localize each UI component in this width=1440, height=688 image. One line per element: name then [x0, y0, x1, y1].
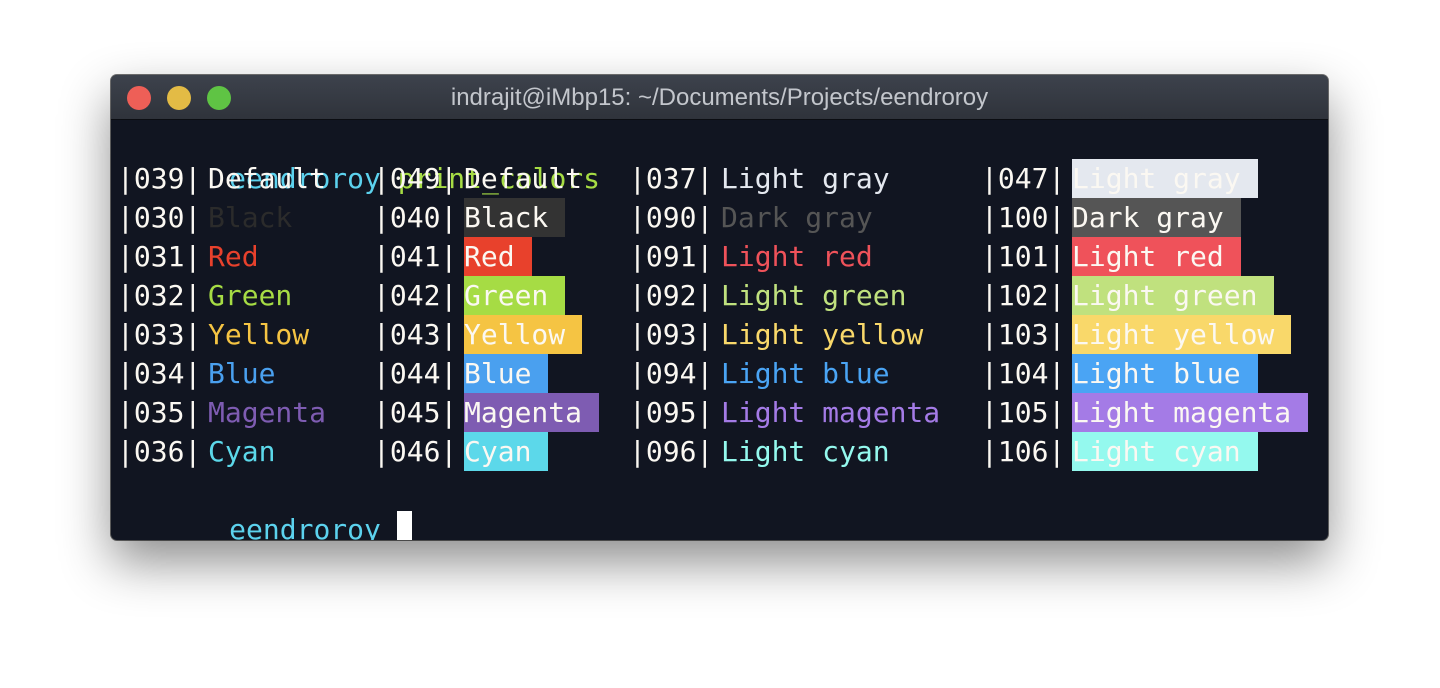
color-code: |106| — [981, 435, 1066, 468]
terminal-window: indrajit@iMbp15: ~/Documents/Projects/ee… — [111, 75, 1328, 540]
color-code: |042| — [373, 279, 458, 312]
color-sample-background: Light magenta — [1072, 393, 1309, 432]
color-code: |101| — [981, 240, 1066, 273]
color-code: |032| — [117, 279, 202, 312]
color-sample-foreground: Light green — [721, 279, 907, 312]
color-code: |046| — [373, 435, 458, 468]
color-row: |036| Cyan |046| Cyan |096| Light cyan |106| Li… — [111, 432, 1328, 471]
color-sample-foreground: Green — [208, 279, 293, 312]
color-code: |093| — [629, 318, 714, 351]
color-sample-foreground: Magenta — [208, 396, 327, 429]
color-sample-background: Cyan — [464, 432, 549, 471]
terminal-output[interactable]: eendroroy print_colors |039| Default |049|… — [111, 120, 1328, 540]
color-sample-foreground: Red — [208, 240, 259, 273]
color-sample-background: Light red — [1072, 237, 1241, 276]
color-sample-background: Black — [464, 198, 566, 237]
color-sample-background: Magenta — [464, 393, 600, 432]
color-code: |035| — [117, 396, 202, 429]
color-code: |041| — [373, 240, 458, 273]
color-code: |047| — [981, 162, 1066, 195]
color-code: |104| — [981, 357, 1066, 390]
color-sample-background: Light green — [1072, 276, 1275, 315]
color-code: |096| — [629, 435, 714, 468]
prompt-line[interactable]: eendroroy — [117, 471, 412, 540]
color-row: |030| Black |040| Black |090| Dark gray |100| D… — [111, 198, 1328, 237]
color-sample-foreground: Black — [208, 201, 293, 234]
color-row: |034| Blue |044| Blue |094| Light blue |104| Li… — [111, 354, 1328, 393]
color-sample-foreground: Light magenta — [721, 396, 941, 429]
color-sample-foreground: Default — [464, 162, 583, 195]
color-sample-foreground: Blue — [208, 357, 276, 390]
color-code: |034| — [117, 357, 202, 390]
text-cursor — [396, 511, 412, 540]
window-title: indrajit@iMbp15: ~/Documents/Projects/ee… — [450, 84, 989, 111]
color-sample-foreground: Yellow — [208, 318, 310, 351]
color-sample-foreground: Light cyan — [721, 435, 890, 468]
color-sample-background: Light cyan — [1072, 432, 1258, 471]
color-row: |033| Yellow |043| Yellow |093| Light yellow |… — [111, 315, 1328, 354]
color-sample-background: Dark gray — [1072, 198, 1241, 237]
color-row: |032| Green |042| Green |092| Light green |102… — [111, 276, 1328, 315]
color-sample-background: Yellow — [464, 315, 583, 354]
color-sample-background: Green — [464, 276, 566, 315]
color-code: |095| — [629, 396, 714, 429]
command-line: eendroroy print_colors — [117, 120, 600, 195]
color-sample-background: Light gray — [1072, 159, 1258, 198]
color-code: |102| — [981, 279, 1066, 312]
color-code: |092| — [629, 279, 714, 312]
color-code: |036| — [117, 435, 202, 468]
color-sample-background: Red — [464, 237, 532, 276]
color-row: |039| Default |049| Default |037| Light gray |… — [111, 159, 1328, 198]
color-row: |035| Magenta |045| Magenta |095| Light magen… — [111, 393, 1328, 432]
color-code: |100| — [981, 201, 1066, 234]
color-code: |039| — [117, 162, 202, 195]
color-sample-foreground: Dark gray — [721, 201, 873, 234]
color-code: |033| — [117, 318, 202, 351]
color-code: |043| — [373, 318, 458, 351]
color-code: |045| — [373, 396, 458, 429]
color-sample-foreground: Light yellow — [721, 318, 924, 351]
color-row: |031| Red |041| Red |091| Light red |101| Light… — [111, 237, 1328, 276]
color-sample-foreground: Default — [208, 162, 327, 195]
color-code: |091| — [629, 240, 714, 273]
color-code: |040| — [373, 201, 458, 234]
color-code: |031| — [117, 240, 202, 273]
color-sample-background: Blue — [464, 354, 549, 393]
color-code: |103| — [981, 318, 1066, 351]
color-code: |094| — [629, 357, 714, 390]
color-code: |105| — [981, 396, 1066, 429]
color-code: |044| — [373, 357, 458, 390]
color-code: |037| — [629, 162, 714, 195]
color-sample-foreground: Light blue — [721, 357, 890, 390]
color-code: |090| — [629, 201, 714, 234]
color-sample-background: Light blue — [1072, 354, 1258, 393]
color-sample-foreground: Light gray — [721, 162, 890, 195]
prompt-user: eendroroy — [229, 513, 381, 540]
color-sample-background: Light yellow — [1072, 315, 1292, 354]
color-code: |049| — [373, 162, 458, 195]
color-sample-foreground: Light red — [721, 240, 873, 273]
color-sample-foreground: Cyan — [208, 435, 276, 468]
color-code: |030| — [117, 201, 202, 234]
title-bar[interactable]: indrajit@iMbp15: ~/Documents/Projects/ee… — [111, 75, 1328, 120]
